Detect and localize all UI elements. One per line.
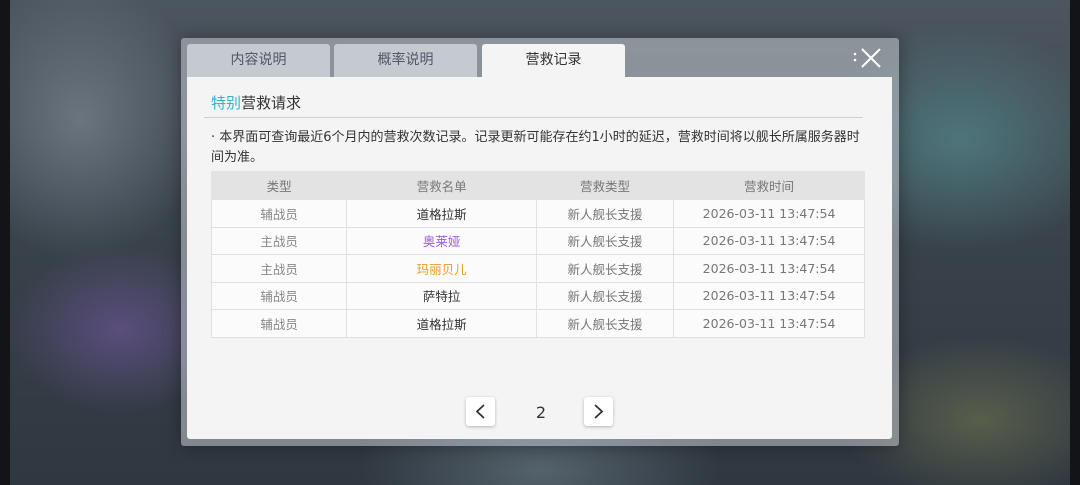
header-rescue-type: 营救类型 [535, 171, 675, 200]
cell-time: 2026-03-11 13:47:54 [673, 309, 865, 338]
cell-time: 2026-03-11 13:47:54 [673, 199, 865, 228]
current-page-number: 2 [535, 403, 547, 422]
cell-name: 道格拉斯 [346, 309, 537, 338]
cell-name: 萨特拉 [346, 281, 537, 310]
table-row: 主战员 玛丽贝儿 新人舰长支援 2026-03-11 13:47:54 [210, 254, 865, 283]
cell-name: 奥莱娅 [346, 226, 537, 255]
screen-edge-left [0, 0, 10, 485]
cell-name: 玛丽贝儿 [346, 254, 537, 283]
tab-rescue-records[interactable]: 营救记录 [482, 44, 625, 77]
cell-rescue-type: 新人舰长支援 [535, 226, 675, 255]
title-divider [204, 117, 863, 118]
header-name: 营救名单 [346, 171, 537, 200]
close-button[interactable] [852, 46, 886, 72]
cell-rescue-type: 新人舰长支援 [535, 199, 675, 228]
next-page-button[interactable] [584, 397, 613, 426]
section-title-highlight: 特别 [211, 94, 242, 112]
cell-type: 辅战员 [210, 309, 348, 338]
table-row: 辅战员 道格拉斯 新人舰长支援 2026-03-11 13:47:54 [210, 199, 865, 228]
notice-text: · 本界面可查询最近6个月内的营救次数记录。记录更新可能存在约1小时的延迟，营救… [211, 130, 860, 165]
records-panel: 特别营救请求 · 本界面可查询最近6个月内的营救次数记录。记录更新可能存在约1小… [187, 77, 892, 439]
cell-type: 主战员 [210, 254, 348, 283]
previous-page-button[interactable] [466, 397, 495, 426]
screen-edge-right [1070, 0, 1080, 485]
cell-type: 辅战员 [210, 199, 348, 228]
chevron-right-icon [594, 404, 604, 419]
cell-type: 主战员 [210, 226, 348, 255]
table-row: 主战员 奥莱娅 新人舰长支援 2026-03-11 13:47:54 [210, 226, 865, 255]
tab-probability-description[interactable]: 概率说明 [334, 44, 477, 77]
table-header-row: 类型 营救名单 营救类型 营救时间 [210, 171, 865, 200]
cell-rescue-type: 新人舰长支援 [535, 254, 675, 283]
cell-name: 道格拉斯 [346, 199, 537, 228]
header-time: 营救时间 [673, 171, 865, 200]
cell-rescue-type: 新人舰长支援 [535, 281, 675, 310]
tab-content-description[interactable]: 内容说明 [187, 44, 330, 77]
table-row: 辅战员 道格拉斯 新人舰长支援 2026-03-11 13:47:54 [210, 309, 865, 338]
close-icon [853, 48, 881, 68]
header-type: 类型 [210, 171, 348, 200]
chevron-left-icon [475, 404, 485, 419]
section-title-text: 营救请求 [241, 94, 302, 112]
cell-rescue-type: 新人舰长支援 [535, 309, 675, 338]
section-title: 特别营救请求 [211, 92, 301, 113]
cell-time: 2026-03-11 13:47:54 [673, 226, 865, 255]
table-row: 辅战员 萨特拉 新人舰长支援 2026-03-11 13:47:54 [210, 281, 865, 310]
cell-time: 2026-03-11 13:47:54 [673, 281, 865, 310]
cell-type: 辅战员 [210, 281, 348, 310]
cell-time: 2026-03-11 13:47:54 [673, 254, 865, 283]
rescue-records-table: 类型 营救名单 营救类型 营救时间 辅战员 道格拉斯 新人舰长支援 2026-0… [210, 171, 865, 338]
